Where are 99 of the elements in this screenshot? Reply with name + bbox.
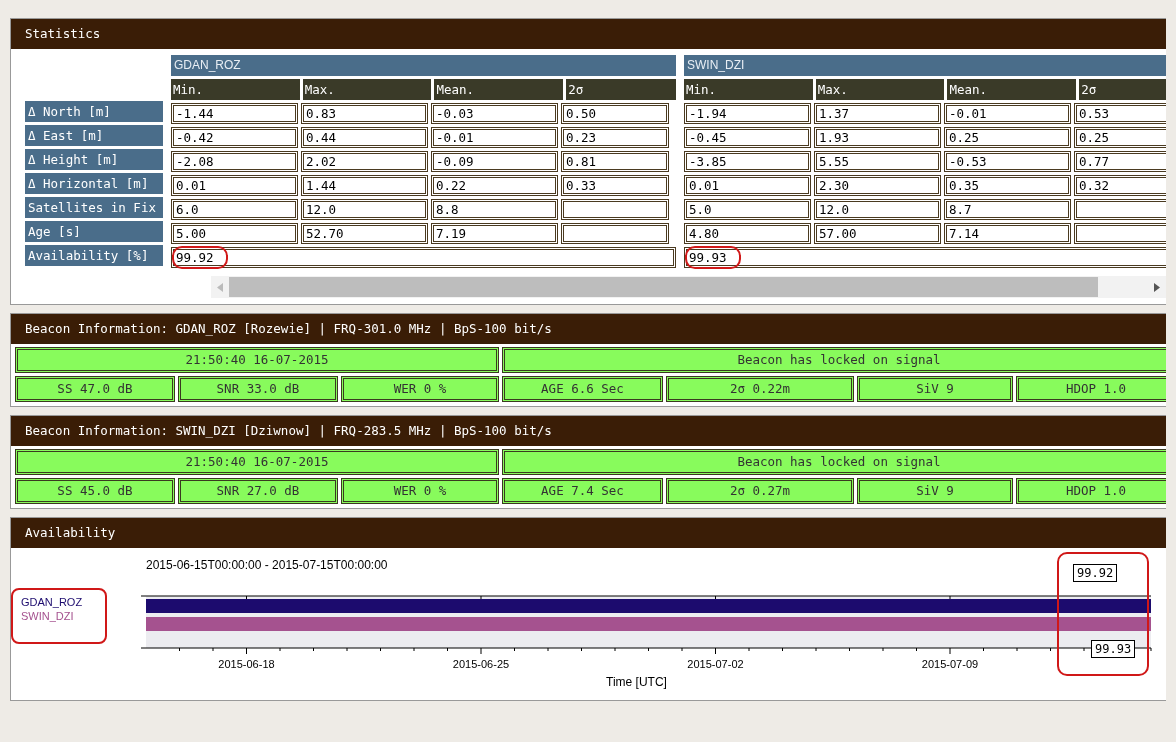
table-cell: 0.81 bbox=[561, 151, 669, 172]
table-cell: 52.70 bbox=[301, 223, 428, 244]
table-cell: -0.42 bbox=[171, 127, 298, 148]
chart-time-range: 2015-06-15T00:00:00 - 2015-07-15T00:00:00 bbox=[146, 558, 388, 572]
beacon-cell: SiV 9 bbox=[857, 376, 1013, 402]
column-header: Mean. bbox=[947, 79, 1077, 100]
column-header: Max. bbox=[302, 79, 432, 100]
row-label: Δ North [m] bbox=[25, 101, 163, 122]
table-cell: 0.53 bbox=[1074, 103, 1166, 124]
beacon-cell: WER 0 % bbox=[341, 478, 499, 504]
table-cell: 7.19 bbox=[431, 223, 558, 244]
table-cell: 1.44 bbox=[301, 175, 428, 196]
table-cell: -0.45 bbox=[684, 127, 811, 148]
axis-title: Time [UTC] bbox=[606, 675, 667, 689]
axis-tick-label: 2015-06-25 bbox=[451, 658, 511, 670]
panel-title: Availability bbox=[11, 518, 1166, 548]
row-label: Δ Horizontal [m] bbox=[25, 173, 163, 194]
table-cell: -2.08 bbox=[171, 151, 298, 172]
beacon-cell: HDOP 1.0 bbox=[1016, 478, 1166, 504]
station-header: GDAN_ROZ bbox=[171, 55, 676, 76]
table-cell: -0.09 bbox=[431, 151, 558, 172]
beacon-cell: SiV 9 bbox=[857, 478, 1013, 504]
scroll-right-icon[interactable] bbox=[1154, 282, 1160, 292]
scrollbar-thumb[interactable] bbox=[229, 277, 1098, 297]
table-cell: 4.80 bbox=[684, 223, 811, 244]
column-header: Mean. bbox=[434, 79, 564, 100]
table-cell: 0.25 bbox=[944, 127, 1071, 148]
value-label: 99.93 bbox=[1091, 640, 1136, 658]
row-label: Satellites in Fix bbox=[25, 197, 163, 218]
column-header: Min. bbox=[684, 79, 813, 100]
row-label: Age [s] bbox=[25, 221, 163, 242]
table-cell: 0.33 bbox=[561, 175, 669, 196]
legend-label: GDAN_ROZ bbox=[21, 596, 84, 608]
table-cell: 0.83 bbox=[301, 103, 428, 124]
table-cell: 7.14 bbox=[944, 223, 1071, 244]
table-cell: 99.92 bbox=[171, 247, 676, 268]
table-cell: 1.93 bbox=[814, 127, 941, 148]
beacon-cell: AGE 6.6 Sec bbox=[502, 376, 663, 402]
horizontal-scrollbar[interactable] bbox=[211, 276, 1166, 298]
table-cell: 0.77 bbox=[1074, 151, 1166, 172]
table-cell: 0.50 bbox=[561, 103, 669, 124]
table-cell: -0.01 bbox=[431, 127, 558, 148]
table-cell: 0.23 bbox=[561, 127, 669, 148]
station-header: SWIN_DZI bbox=[684, 55, 1166, 76]
column-header: 2σ bbox=[566, 79, 676, 100]
beacon-cell: SNR 27.0 dB bbox=[178, 478, 338, 504]
beacon-cell: 2σ 0.22m bbox=[666, 376, 854, 402]
beacon-cell: HDOP 1.0 bbox=[1016, 376, 1166, 402]
table-cell: 8.8 bbox=[431, 199, 558, 220]
table-cell: 1.37 bbox=[814, 103, 941, 124]
value-label: 99.92 bbox=[1073, 564, 1118, 582]
table-cell: 0.01 bbox=[684, 175, 811, 196]
panel-title: Statistics bbox=[11, 19, 1166, 49]
legend-label: SWIN_DZI bbox=[21, 610, 75, 622]
axis-tick-label: 2015-07-02 bbox=[686, 658, 745, 670]
beacon-cell: SS 47.0 dB bbox=[15, 376, 175, 402]
row-label: Δ Height [m] bbox=[25, 149, 163, 170]
table-cell: 57.00 bbox=[814, 223, 941, 244]
table-cell: 5.55 bbox=[814, 151, 941, 172]
table-cell: 8.7 bbox=[944, 199, 1071, 220]
beacon-status: Beacon has locked on signal bbox=[502, 449, 1166, 475]
row-label: Availability [%] bbox=[25, 245, 163, 266]
table-cell: 99.93 bbox=[684, 247, 1166, 268]
column-header: Min. bbox=[171, 79, 300, 100]
table-cell: 0.35 bbox=[944, 175, 1071, 196]
scroll-left-icon[interactable] bbox=[217, 282, 223, 292]
beacon-status: Beacon has locked on signal bbox=[502, 347, 1166, 373]
table-cell: -0.03 bbox=[431, 103, 558, 124]
table-cell: 0.44 bbox=[301, 127, 428, 148]
beacon-cell: WER 0 % bbox=[341, 376, 499, 402]
table-cell: 6.0 bbox=[171, 199, 298, 220]
table-cell: 5.00 bbox=[171, 223, 298, 244]
table-cell: 2.02 bbox=[301, 151, 428, 172]
axis-tick-label: 2015-07-09 bbox=[920, 658, 980, 670]
table-cell: 5.0 bbox=[684, 199, 811, 220]
table-cell: -0.53 bbox=[944, 151, 1071, 172]
column-header: 2σ bbox=[1079, 79, 1166, 100]
table-cell: 0.32 bbox=[1074, 175, 1166, 196]
table-cell: 12.0 bbox=[814, 199, 941, 220]
table-cell: 2.30 bbox=[814, 175, 941, 196]
row-label: Δ East [m] bbox=[25, 125, 163, 146]
table-cell: -0.01 bbox=[944, 103, 1071, 124]
beacon-time: 21:50:40 16-07-2015 bbox=[15, 449, 499, 475]
table-cell: 0.22 bbox=[431, 175, 558, 196]
panel-title: Beacon Information: GDAN_ROZ [Rozewie] | FRQ-301.0 MHz | BpS-100 bit/s bbox=[11, 314, 1166, 344]
beacon-cell: 2σ 0.27m bbox=[666, 478, 854, 504]
table-cell: 0.25 bbox=[1074, 127, 1166, 148]
table-cell: 12.0 bbox=[301, 199, 428, 220]
beacon-cell: AGE 7.4 Sec bbox=[502, 478, 663, 504]
table-cell: 0.01 bbox=[171, 175, 298, 196]
table-cell: -1.94 bbox=[684, 103, 811, 124]
beacon-cell: SNR 33.0 dB bbox=[178, 376, 338, 402]
beacon-cell: SS 45.0 dB bbox=[15, 478, 175, 504]
table-cell: -1.44 bbox=[171, 103, 298, 124]
column-header: Max. bbox=[815, 79, 945, 100]
panel-title: Beacon Information: SWIN_DZI [Dziwnow] | FRQ-283.5 MHz | BpS-100 bit/s bbox=[11, 416, 1166, 446]
axis-tick-label: 2015-06-18 bbox=[217, 658, 276, 670]
table-cell: -3.85 bbox=[684, 151, 811, 172]
beacon-time: 21:50:40 16-07-2015 bbox=[15, 347, 499, 373]
